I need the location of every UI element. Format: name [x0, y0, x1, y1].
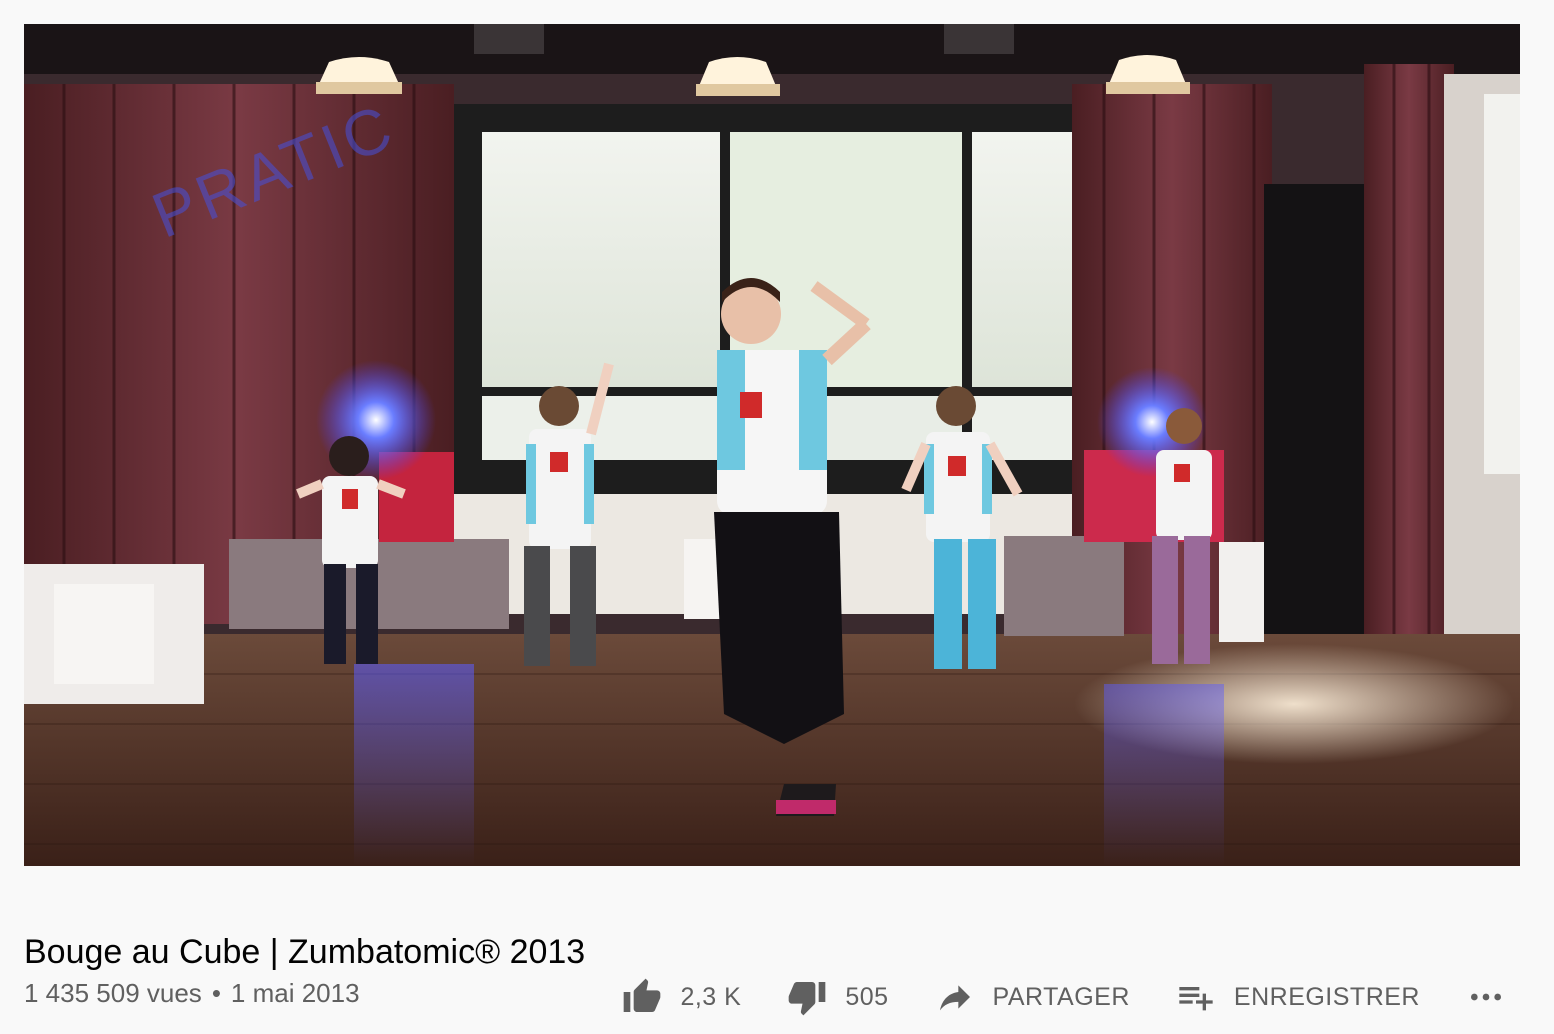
- video-player[interactable]: PRATIC: [24, 24, 1520, 866]
- dislike-button[interactable]: 505: [787, 977, 888, 1017]
- view-count: 1 435 509 vues: [24, 978, 202, 1008]
- more-actions-button[interactable]: [1466, 977, 1506, 1017]
- video-meta: 1 435 509 vues • 1 mai 2013: [24, 976, 360, 1010]
- playlist-add-icon: [1179, 987, 1213, 1011]
- more-horizontal-icon: [1471, 993, 1501, 1001]
- meta-separator: •: [211, 978, 221, 1008]
- share-button[interactable]: PARTAGER: [935, 977, 1130, 1017]
- save-button[interactable]: ENREGISTRER: [1176, 977, 1420, 1017]
- dislike-count: 505: [845, 982, 889, 1011]
- like-button[interactable]: 2,3 K: [622, 977, 741, 1017]
- thumb-down-icon: [788, 982, 826, 1016]
- like-count: 2,3 K: [680, 982, 742, 1011]
- save-label: ENREGISTRER: [1233, 982, 1420, 1011]
- action-bar: 2,3 K 505 PARTAGER ENREGISTRER: [622, 972, 1506, 1022]
- share-icon: [939, 985, 970, 1011]
- thumb-up-icon: [624, 978, 661, 1012]
- video-title: Bouge au Cube | Zumbatomic® 2013: [24, 932, 586, 971]
- watch-page: PRATIC Bouge au Cube | Zumbatomic® 2013 …: [0, 0, 1554, 1034]
- publish-date: 1 mai 2013: [230, 978, 360, 1008]
- share-label: PARTAGER: [992, 982, 1130, 1011]
